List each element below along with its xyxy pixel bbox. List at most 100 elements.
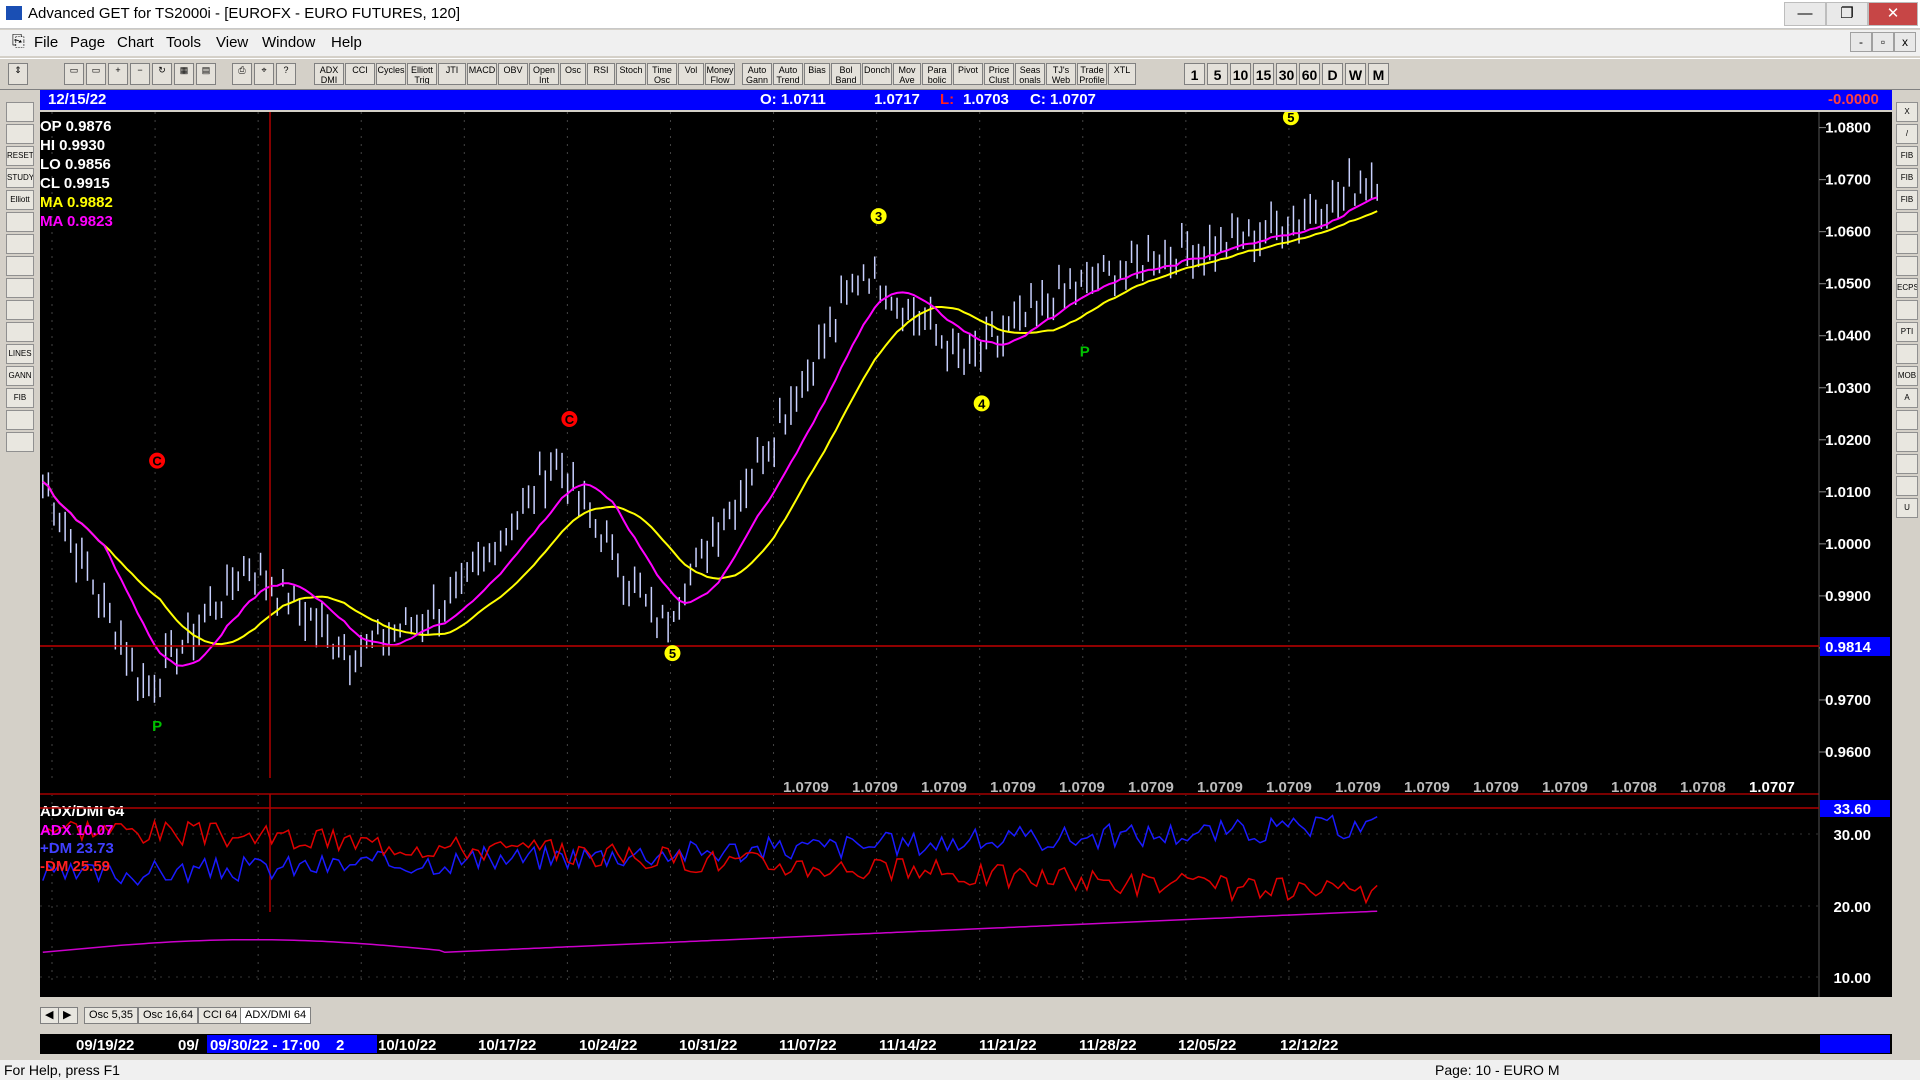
left-tool-fit-button[interactable] (6, 278, 34, 298)
right-tool-10-button[interactable]: PTI (1896, 322, 1918, 342)
indicator-button-auto-trend[interactable]: Auto Trend (773, 63, 803, 85)
indicator-button-seas-onals[interactable]: Seas onals (1015, 63, 1045, 85)
left-tool-expand-button[interactable] (6, 300, 34, 320)
indicator-button-rsi[interactable]: RSI (587, 63, 615, 85)
maximize-button[interactable]: ❐ (1826, 2, 1868, 26)
indicator-button-vol[interactable]: Vol (678, 63, 704, 85)
timeframe-button-15[interactable]: 15 (1253, 63, 1274, 85)
minimize-button[interactable]: — (1784, 2, 1826, 26)
right-tool-16-button[interactable] (1896, 454, 1918, 474)
indicator-button-mov-ave[interactable]: Mov Ave (893, 63, 921, 85)
left-tool-cross-button[interactable] (6, 410, 34, 430)
left-tool-up-button[interactable]: Elliott (6, 190, 34, 210)
chart-area[interactable]: C 3 5 C 5 P P 4 1.0800 1.0700 1.0600 1.0500 1.0400 1… (40, 109, 1892, 997)
right-tool-4-button[interactable]: FIB TIME (1896, 190, 1918, 210)
tab-osc-5-35[interactable]: Osc 5,35 (84, 1007, 139, 1024)
mdi-close-button[interactable]: x (1894, 32, 1916, 52)
right-tool-13-button[interactable]: A (1896, 388, 1918, 408)
menu-window[interactable]: Window (262, 34, 315, 51)
indicator-button-macd[interactable]: MACD (467, 63, 497, 85)
indicator-button-obv[interactable]: OBV (498, 63, 528, 85)
marker-button[interactable]: ⌖ (254, 63, 274, 85)
indicator-button-auto-gann[interactable]: Auto Gann (742, 63, 772, 85)
indicator-button-donch[interactable]: Donch (862, 63, 892, 85)
indicator-button-bias[interactable]: Bias (804, 63, 830, 85)
left-tool-open-button[interactable] (6, 102, 34, 122)
indicator-button-pivot[interactable]: Pivot (953, 63, 983, 85)
left-tool-print-button[interactable] (6, 432, 34, 452)
right-tool-3-button[interactable]: FIB EXT (1896, 168, 1918, 188)
right-tool-15-button[interactable] (1896, 432, 1918, 452)
menu-page[interactable]: Page (70, 34, 105, 51)
timeframe-button-5[interactable]: 5 (1207, 63, 1228, 85)
right-tool-1-button[interactable]: / (1896, 124, 1918, 144)
price-chart-svg[interactable]: C 3 5 C 5 P P 4 1.0800 1.0700 1.0600 1.0500 1.0400 1… (40, 109, 1892, 997)
indicator-button-bol-band[interactable]: Bol Band (831, 63, 861, 85)
menu-view[interactable]: View (216, 34, 248, 51)
refresh-button[interactable]: ↻ (152, 63, 172, 85)
left-tool-elliott-button[interactable]: STUDY (6, 168, 34, 188)
tab-osc-16-64[interactable]: Osc 16,64 (138, 1007, 199, 1024)
menu-chart[interactable]: Chart (117, 34, 154, 51)
zoom-in-button[interactable]: + (108, 63, 128, 85)
timeframe-button-30[interactable]: 30 (1276, 63, 1297, 85)
right-tool-0-button[interactable]: X (1896, 102, 1918, 122)
tab-adx-dmi-64[interactable]: ADX/DMI 64 (240, 1007, 312, 1024)
right-tool-12-button[interactable]: MOB (1896, 366, 1918, 386)
left-tool-reset-button[interactable] (6, 124, 34, 144)
indicator-button-money-flow[interactable]: Money Flow (705, 63, 735, 85)
indicator-button-cycles[interactable]: Cycles (376, 63, 406, 85)
left-tool-left-button[interactable] (6, 234, 34, 254)
chart-button[interactable]: ▤ (196, 63, 216, 85)
right-tool-9-button[interactable] (1896, 300, 1918, 320)
zoom-out-button[interactable]: − (130, 63, 150, 85)
left-tool-right-button[interactable] (6, 256, 34, 276)
timeframe-button-1[interactable]: 1 (1184, 63, 1205, 85)
left-tool-fib-button[interactable]: FIB (6, 388, 34, 408)
right-tool-14-button[interactable] (1896, 410, 1918, 430)
tab-cci-64[interactable]: CCI 64 (198, 1007, 243, 1024)
left-tool-lines-button[interactable]: LINES (6, 344, 34, 364)
indicator-button-price-clust[interactable]: Price Clust (984, 63, 1014, 85)
right-tool-11-button[interactable] (1896, 344, 1918, 364)
right-tool-2-button[interactable]: FIB RET (1896, 146, 1918, 166)
indicator-button-open-int[interactable]: Open Int (529, 63, 559, 85)
indicator-button-time-osc[interactable]: Time Osc (647, 63, 677, 85)
timeframe-button-d[interactable]: D (1322, 63, 1343, 85)
indicator-button-osc[interactable]: Osc (560, 63, 586, 85)
left-tool-down-button[interactable] (6, 212, 34, 232)
timeframe-button-10[interactable]: 10 (1230, 63, 1251, 85)
mdi-restore-button[interactable]: ▫ (1872, 32, 1894, 52)
timeframe-button-w[interactable]: W (1345, 63, 1366, 85)
timeframe-button-m[interactable]: M (1368, 63, 1389, 85)
right-tool-5-button[interactable] (1896, 212, 1918, 232)
pointer-tool-button[interactable]: ⇕ (8, 63, 28, 85)
left-tool-gann-button[interactable]: GANN (6, 366, 34, 386)
help-cursor-button[interactable]: ? (276, 63, 296, 85)
menu-tools[interactable]: Tools (166, 34, 201, 51)
indicator-button-adx-dmi[interactable]: ADX DMI (314, 63, 344, 85)
tab-scroll-left[interactable]: ◀ (40, 1007, 60, 1024)
indicator-button-cci[interactable]: CCI (345, 63, 375, 85)
indicator-button-stoch[interactable]: Stoch (616, 63, 646, 85)
menu-file[interactable]: File (34, 34, 58, 51)
right-tool-7-button[interactable] (1896, 256, 1918, 276)
close-button[interactable]: ✕ (1868, 2, 1918, 26)
right-tool-6-button[interactable] (1896, 234, 1918, 254)
right-tool-8-button[interactable]: ECPS (1896, 278, 1918, 298)
indicator-button-trade-profile[interactable]: Trade Profile (1077, 63, 1107, 85)
indicator-button-tj-s-web[interactable]: TJ's Web (1046, 63, 1076, 85)
new-page-button[interactable]: ▭ (64, 63, 84, 85)
indicator-button-elliott-trig[interactable]: Elliott Trig (407, 63, 437, 85)
copy-button[interactable]: ▭ (86, 63, 106, 85)
mdi-minimize-button[interactable]: - (1850, 32, 1872, 52)
grid-button[interactable]: ▦ (174, 63, 194, 85)
right-tool-18-button[interactable]: U (1896, 498, 1918, 518)
left-tool-study-button[interactable]: RESET (6, 146, 34, 166)
print-button[interactable]: ⎙ (232, 63, 252, 85)
menu-help[interactable]: Help (331, 34, 362, 51)
indicator-button-xtl[interactable]: XTL (1108, 63, 1136, 85)
tab-scroll-right[interactable]: ▶ (58, 1007, 78, 1024)
timeframe-button-60[interactable]: 60 (1299, 63, 1320, 85)
right-tool-17-button[interactable] (1896, 476, 1918, 496)
